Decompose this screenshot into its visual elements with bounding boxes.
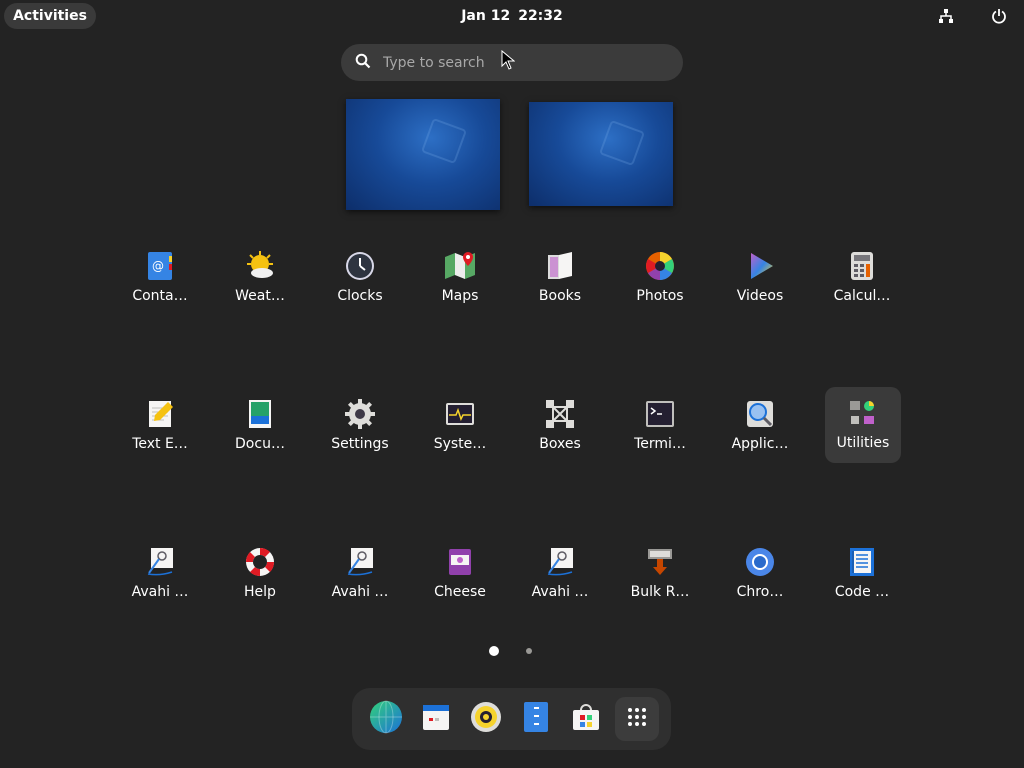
app-label: Chro… (736, 584, 784, 600)
app-bulk-rename[interactable]: Bulk R… (622, 536, 698, 612)
app-label: Termi… (634, 436, 686, 452)
app-label: Text E… (132, 436, 188, 452)
videos-icon (744, 250, 776, 282)
app-label: Code … (834, 584, 890, 600)
maps-icon (444, 250, 476, 282)
app-help[interactable]: Help (222, 536, 298, 612)
app-document-viewer[interactable]: Docu… (222, 388, 298, 464)
date-label: Jan 12 (461, 8, 511, 24)
app-label: Conta… (132, 288, 188, 304)
app-folder-utilities[interactable]: Utilities (825, 387, 901, 463)
app-maps[interactable]: Maps (422, 240, 498, 316)
app-label: Maps (441, 288, 479, 304)
app-calculator[interactable]: Calcul… (824, 240, 900, 316)
utilities-folder-icon (847, 397, 879, 429)
app-system-monitor[interactable]: Syste… (422, 388, 498, 464)
dock-files[interactable] (514, 697, 558, 741)
top-bar: Activities Jan 12 22:32 (0, 0, 1024, 32)
date-time-button[interactable]: Jan 12 22:32 (432, 3, 592, 29)
power-icon[interactable] (988, 5, 1010, 27)
calendar-icon (421, 702, 451, 736)
app-label: Utilities (836, 435, 890, 451)
activities-button[interactable]: Activities (4, 3, 96, 29)
app-label: Docu… (235, 436, 285, 452)
help-icon (244, 546, 276, 578)
app-photos[interactable]: Photos (622, 240, 698, 316)
avahi-icon (144, 546, 176, 578)
mouse-cursor-icon (501, 49, 516, 74)
avahi-icon (544, 546, 576, 578)
software-icon (571, 702, 601, 736)
workspace-thumbnail-1[interactable] (346, 99, 500, 210)
app-avahi-1[interactable]: Avahi … (122, 536, 198, 612)
app-label: Boxes (539, 436, 581, 452)
boxes-icon (544, 398, 576, 430)
app-books[interactable]: Books (522, 240, 598, 316)
avahi-icon (344, 546, 376, 578)
time-label: 22:32 (518, 8, 563, 24)
app-settings[interactable]: Settings (322, 388, 398, 464)
app-label: Avahi … (131, 584, 189, 600)
app-label: Weat… (235, 288, 285, 304)
dock-rhythmbox[interactable] (464, 697, 508, 741)
cheese-icon (444, 546, 476, 578)
show-apps-button[interactable] (615, 697, 659, 741)
app-text-editor[interactable]: Text E… (122, 388, 198, 464)
photos-icon (644, 250, 676, 282)
clocks-icon (344, 250, 376, 282)
app-avahi-3[interactable]: Avahi … (522, 536, 598, 612)
chromium-icon (744, 546, 776, 578)
app-label: Books (538, 288, 582, 304)
terminal-icon (644, 398, 676, 430)
app-cheese[interactable]: Cheese (422, 536, 498, 612)
web-browser-icon (369, 700, 403, 738)
app-label: Syste… (433, 436, 487, 452)
app-label: Cheese (434, 584, 486, 600)
app-label: Calcul… (833, 288, 891, 304)
app-label: Applic… (731, 436, 789, 452)
calculator-icon (846, 250, 878, 282)
app-label: Help (244, 584, 276, 600)
app-label: Photos (636, 288, 684, 304)
dock-web-browser[interactable] (364, 697, 408, 741)
search-icon (355, 53, 371, 73)
app-terminal[interactable]: Termi… (622, 388, 698, 464)
network-wired-icon[interactable] (935, 5, 957, 27)
contacts-icon: @ (144, 250, 176, 282)
application-finder-icon (744, 398, 776, 430)
app-weather[interactable]: Weat… (222, 240, 298, 316)
app-clocks[interactable]: Clocks (322, 240, 398, 316)
page-indicator-2[interactable] (526, 648, 532, 654)
weather-icon (244, 250, 276, 282)
app-contacts[interactable]: @ Conta… (122, 240, 198, 316)
app-avahi-2[interactable]: Avahi … (322, 536, 398, 612)
files-icon (523, 701, 549, 737)
text-editor-icon (144, 398, 176, 430)
books-icon (544, 250, 576, 282)
workspace-thumbnail-2[interactable] (529, 102, 673, 206)
document-viewer-icon (244, 398, 276, 430)
app-label: Settings (331, 436, 389, 452)
app-videos[interactable]: Videos (722, 240, 798, 316)
dock-calendar[interactable] (414, 697, 458, 741)
dock-software[interactable] (564, 697, 608, 741)
app-code[interactable]: Code … (824, 536, 900, 612)
app-boxes[interactable]: Boxes (522, 388, 598, 464)
app-label: Videos (736, 288, 784, 304)
settings-icon (344, 398, 376, 430)
bulk-rename-icon (644, 546, 676, 578)
app-application-finder[interactable]: Applic… (722, 388, 798, 464)
app-label: Avahi … (331, 584, 389, 600)
app-label: Clocks (337, 288, 383, 304)
system-monitor-icon (444, 398, 476, 430)
rhythmbox-icon (470, 701, 502, 737)
app-label: Avahi … (531, 584, 589, 600)
dock (352, 688, 671, 750)
app-chromium[interactable]: Chro… (722, 536, 798, 612)
page-indicator-1[interactable] (489, 646, 499, 656)
show-apps-grid-icon (627, 707, 647, 731)
code-icon (846, 546, 878, 578)
svg-text:@: @ (152, 259, 164, 273)
app-label: Bulk R… (630, 584, 690, 600)
